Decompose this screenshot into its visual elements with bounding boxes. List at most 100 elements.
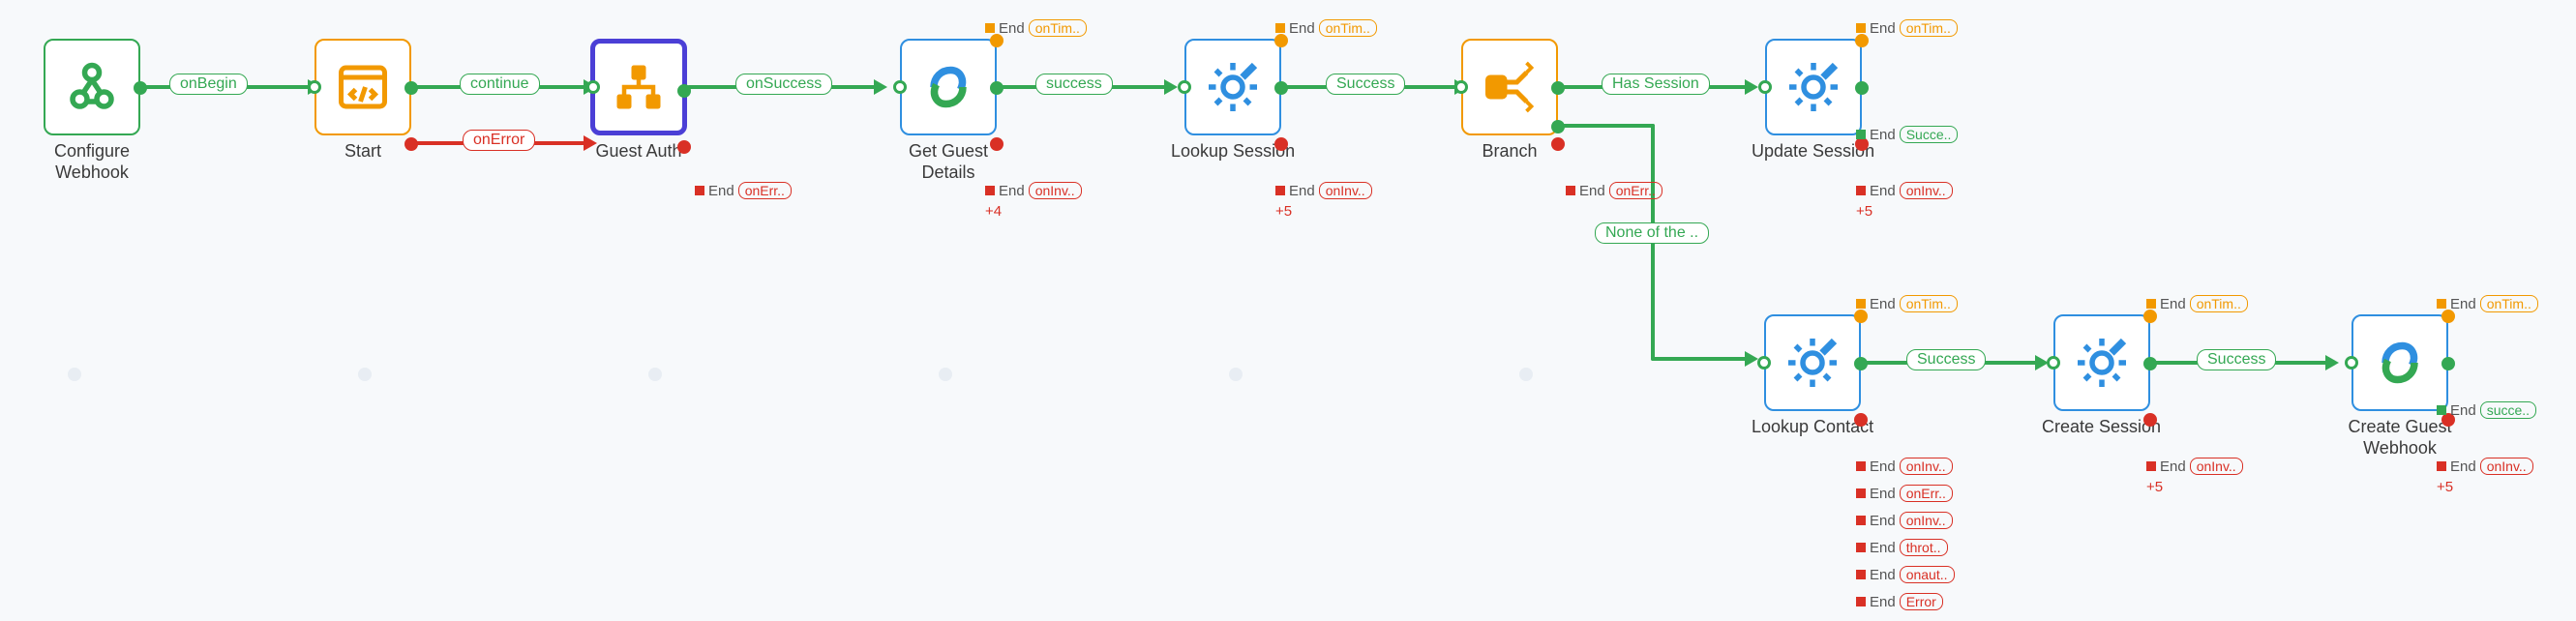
end-tag[interactable]: EndonTim..: [2146, 295, 2248, 312]
port-in[interactable]: [2047, 356, 2060, 370]
end-chip: onErr..: [1609, 182, 1662, 199]
node-lookup-session[interactable]: Lookup Session: [1171, 39, 1295, 163]
port-in[interactable]: [1758, 80, 1772, 94]
end-tag[interactable]: EndonInv..: [2146, 458, 2243, 475]
plus-count: +5: [1856, 203, 1872, 220]
port-in[interactable]: [2345, 356, 2358, 370]
port-out[interactable]: [2143, 357, 2157, 370]
end-tag[interactable]: EndonTim..: [1275, 19, 1377, 37]
end-tag[interactable]: EndonInv..: [1856, 458, 1953, 475]
end-square-icon: [1856, 130, 1866, 139]
end-tag[interactable]: EndonInv..: [2437, 458, 2533, 475]
edge-label[interactable]: onError: [463, 130, 535, 151]
node-create-session[interactable]: Create Session: [2042, 314, 2161, 438]
node-branch[interactable]: Branch: [1461, 39, 1558, 163]
port-in[interactable]: [1757, 356, 1771, 370]
gear-icon: [1783, 334, 1842, 392]
end-square-icon: [1856, 488, 1866, 498]
port-error[interactable]: [990, 137, 1003, 151]
port-in[interactable]: [308, 80, 321, 94]
edge: [1651, 357, 1752, 361]
node-start[interactable]: Start: [315, 39, 411, 163]
port-out[interactable]: [1855, 81, 1869, 95]
node-lookup-contact[interactable]: Lookup Contact: [1752, 314, 1873, 438]
node-label: Branch: [1482, 141, 1537, 163]
end-tag[interactable]: Endonaut..: [1856, 566, 1955, 583]
port-out[interactable]: [134, 81, 147, 95]
end-text: End: [2160, 458, 2186, 475]
node-update-session[interactable]: Update Session: [1752, 39, 1874, 163]
port-in[interactable]: [586, 80, 600, 94]
end-tag[interactable]: EndonTim..: [2437, 295, 2538, 312]
edge-label[interactable]: Has Session: [1602, 74, 1710, 95]
end-tag[interactable]: EndonInv..: [1275, 182, 1372, 199]
end-text: End: [1870, 20, 1896, 37]
port-out[interactable]: [677, 84, 691, 98]
port-in[interactable]: [893, 80, 907, 94]
end-tag[interactable]: EndonErr..: [1856, 485, 1953, 502]
edge-label[interactable]: Success: [2197, 349, 2276, 370]
node-guest-auth[interactable]: Guest Auth: [590, 39, 687, 163]
flow-canvas[interactable]: onBegin continue onSuccess success Succe…: [0, 0, 2576, 621]
plus-count: +5: [2437, 479, 2453, 495]
bg-dot: [939, 368, 952, 381]
end-chip: Succe..: [1900, 126, 1959, 143]
port-out[interactable]: [990, 81, 1003, 95]
edge-label[interactable]: None of the ..: [1595, 222, 1709, 244]
port-out[interactable]: [1551, 81, 1565, 95]
end-tag[interactable]: Endthrot..: [1856, 539, 1948, 556]
end-tag[interactable]: EndError: [1856, 593, 1943, 610]
end-tag[interactable]: EndonTim..: [1856, 19, 1958, 37]
port-error[interactable]: [1551, 137, 1565, 151]
node-get-guest-details[interactable]: Get Guest Details: [881, 39, 1016, 183]
end-tag[interactable]: EndSucce..: [1856, 126, 1958, 143]
end-chip: throt..: [1900, 539, 1948, 556]
end-text: End: [1870, 567, 1896, 583]
end-square-icon: [1856, 516, 1866, 525]
end-tag[interactable]: EndonErr..: [695, 182, 792, 199]
bg-dot: [358, 368, 372, 381]
end-text: End: [1870, 513, 1896, 529]
end-square-icon: [1856, 570, 1866, 579]
port-error[interactable]: [677, 140, 691, 154]
bg-dot: [1229, 368, 1243, 381]
bg-dot: [68, 368, 81, 381]
gear-icon: [1204, 58, 1262, 116]
webhook-icon: [63, 58, 121, 116]
node-configure-webhook[interactable]: Configure Webhook: [24, 39, 160, 183]
edge-label[interactable]: success: [1035, 74, 1113, 95]
end-tag[interactable]: EndonInv..: [1856, 182, 1953, 199]
end-tag[interactable]: EndonTim..: [985, 19, 1087, 37]
end-square-icon: [1566, 186, 1575, 195]
end-tag[interactable]: Endsucce..: [2437, 401, 2536, 419]
edge-label[interactable]: onBegin: [169, 74, 248, 95]
port-out[interactable]: [404, 81, 418, 95]
port-error[interactable]: [1854, 413, 1868, 427]
end-text: End: [1870, 486, 1896, 502]
edge-label[interactable]: Success: [1906, 349, 1986, 370]
port-error[interactable]: [1274, 137, 1288, 151]
end-tag[interactable]: EndonErr..: [1566, 182, 1662, 199]
node-create-guest-webhook[interactable]: Create Guest Webhook: [2332, 314, 2468, 458]
end-text: End: [708, 183, 734, 199]
end-tag[interactable]: EndonTim..: [1856, 295, 1958, 312]
edge-label[interactable]: onSuccess: [735, 74, 832, 95]
port-in[interactable]: [1178, 80, 1191, 94]
port-out[interactable]: [2441, 357, 2455, 370]
end-tag[interactable]: EndonInv..: [1856, 512, 1953, 529]
port-out[interactable]: [1274, 81, 1288, 95]
port-error[interactable]: [2143, 413, 2157, 427]
port-error[interactable]: [404, 137, 418, 151]
port-in[interactable]: [1454, 80, 1468, 94]
end-chip: onTim..: [2480, 295, 2538, 312]
end-square-icon: [1856, 543, 1866, 552]
gear-icon: [2073, 334, 2131, 392]
gear-icon: [1784, 58, 1842, 116]
port-out-2[interactable]: [1551, 120, 1565, 133]
end-tag[interactable]: EndonInv..: [985, 182, 1082, 199]
end-square-icon: [1275, 23, 1285, 33]
end-square-icon: [985, 186, 995, 195]
edge-label[interactable]: Success: [1326, 74, 1405, 95]
edge-label[interactable]: continue: [460, 74, 540, 95]
port-out[interactable]: [1854, 357, 1868, 370]
